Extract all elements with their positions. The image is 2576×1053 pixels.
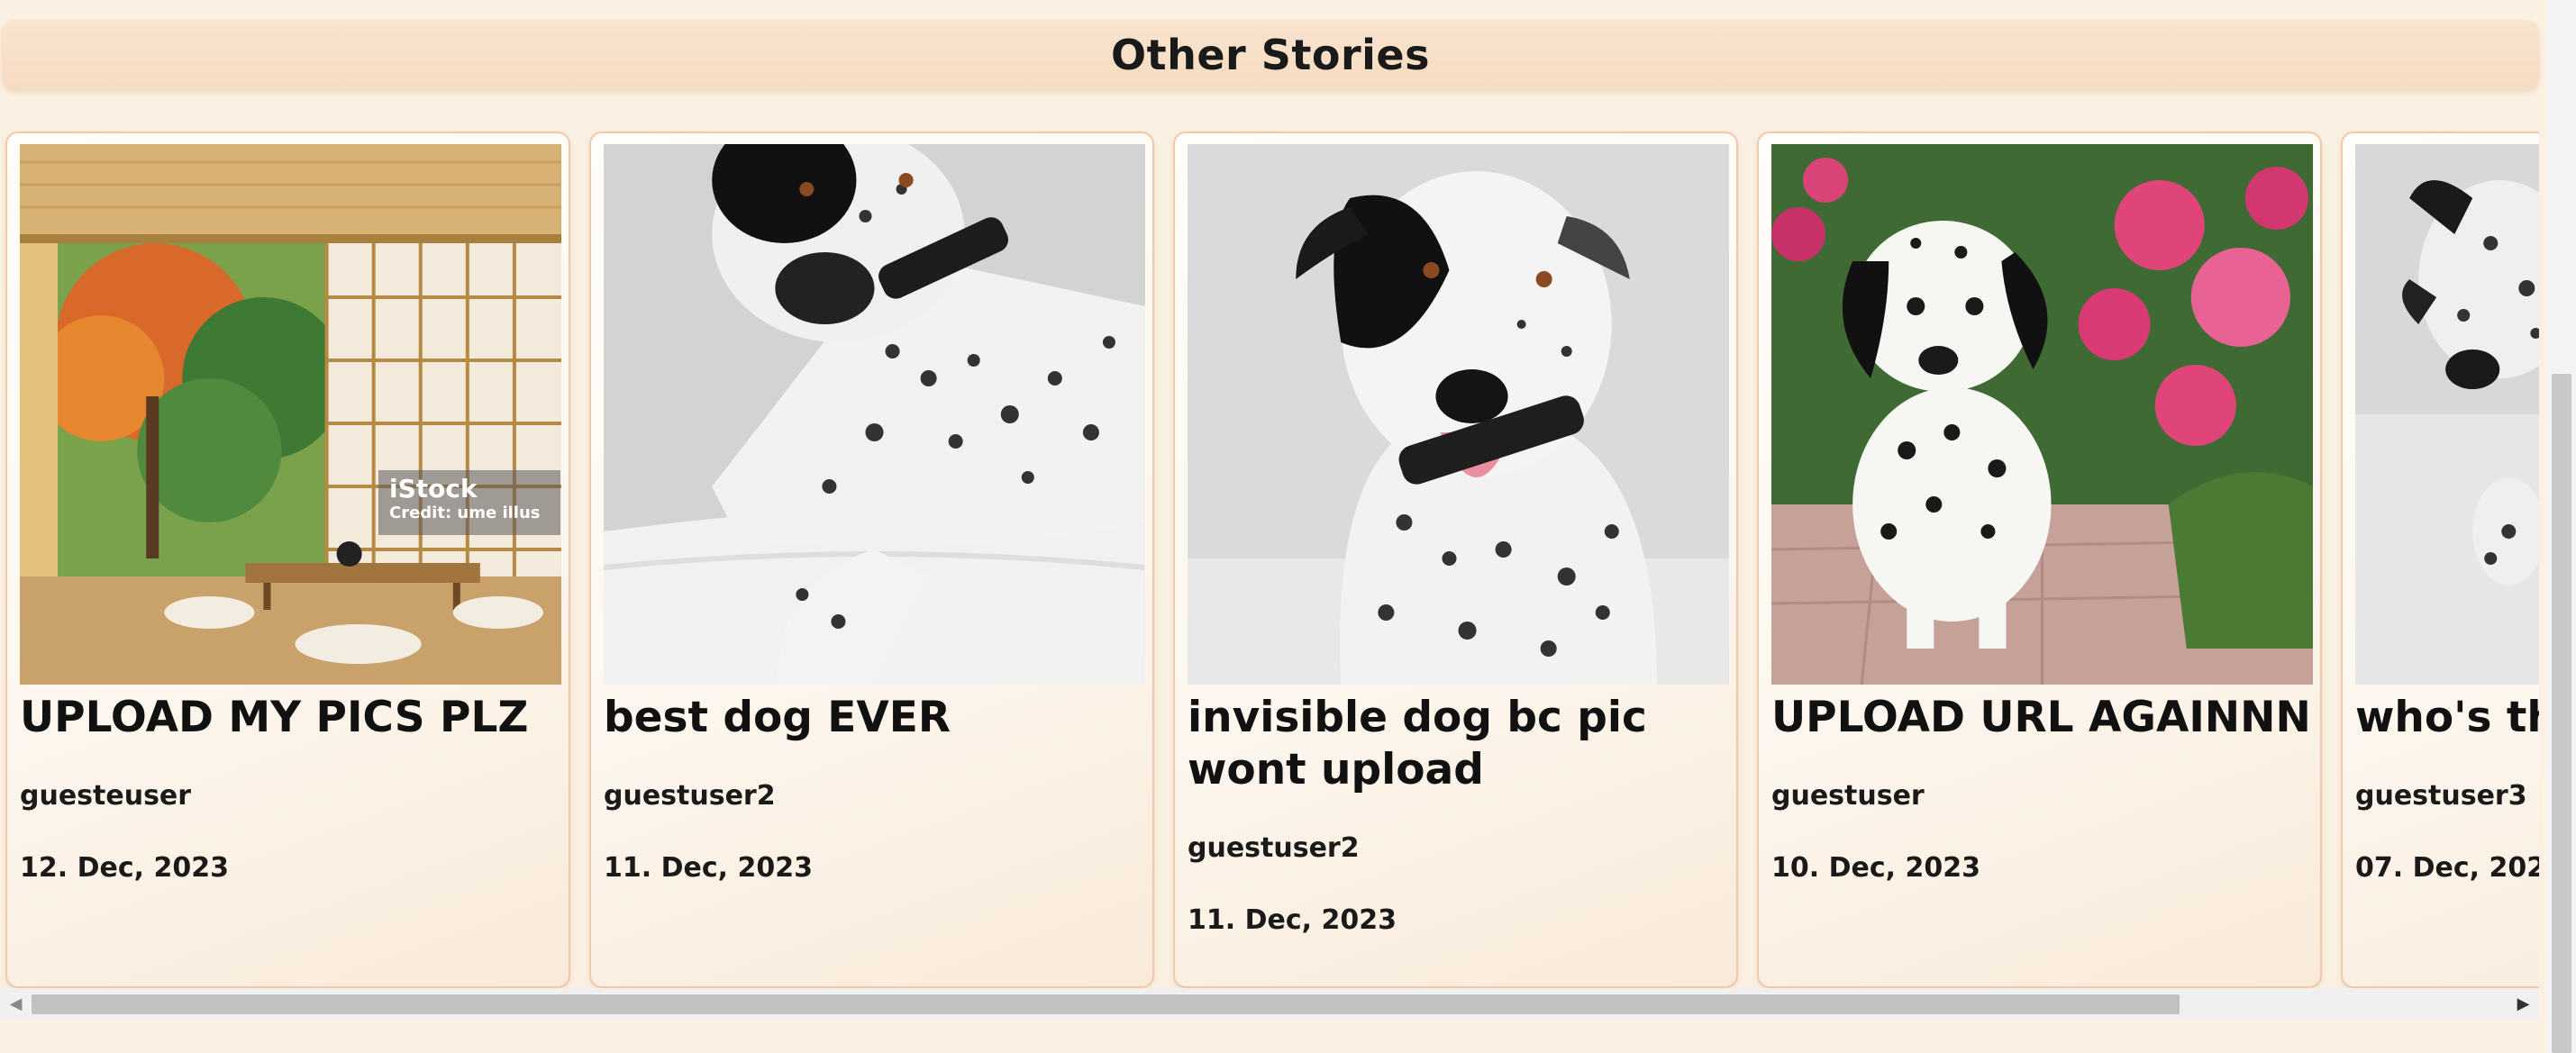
story-image[interactable]	[1771, 144, 2313, 685]
story-card[interactable]: invisible dog bc pic wont upload guestus…	[1173, 132, 1738, 988]
story-title[interactable]: invisible dog bc pic wont upload	[1188, 692, 1728, 796]
story-image[interactable]: iStock Credit: ume illus	[20, 144, 561, 685]
story-card[interactable]: UPLOAD URL AGAINNN guestuser 10. Dec, 20…	[1757, 132, 2322, 988]
section-title: Other Stories	[1111, 31, 1430, 79]
story-image[interactable]	[604, 144, 1145, 685]
horizontal-scrollbar[interactable]: ◀ ▶	[0, 988, 2539, 1020]
scroll-left-icon[interactable]: ◀	[0, 988, 32, 1020]
story-author: guestuser2	[604, 780, 776, 812]
story-card[interactable]: who's that dog guestuser3 07. Dec, 2023	[2341, 132, 2539, 988]
vertical-scrollbar-thumb[interactable]	[2552, 374, 2571, 1053]
story-title[interactable]: best dog EVER	[604, 692, 1144, 744]
story-title[interactable]: UPLOAD MY PICS PLZ	[20, 692, 560, 744]
vertical-scrollbar[interactable]	[2546, 0, 2576, 1053]
story-author: guestuser2	[1188, 832, 1360, 864]
watermark-logo: iStock	[389, 474, 478, 504]
story-author: guestuser	[1771, 780, 1925, 812]
story-date: 10. Dec, 2023	[1771, 852, 1980, 884]
watermark-box: iStock Credit: ume illus	[378, 470, 560, 535]
section-header: Other Stories	[2, 20, 2539, 90]
story-title[interactable]: who's that dog	[2355, 692, 2539, 744]
scroll-right-icon[interactable]: ▶	[2508, 988, 2539, 1020]
story-date: 12. Dec, 2023	[20, 852, 229, 884]
stories-carousel[interactable]: iStock Credit: ume illus UPLOAD MY PICS …	[0, 129, 2539, 989]
story-image[interactable]	[2355, 144, 2539, 685]
story-image[interactable]	[1188, 144, 1729, 685]
story-title[interactable]: UPLOAD URL AGAINNN	[1771, 692, 2312, 744]
story-author: guestuser3	[2355, 780, 2527, 812]
watermark-credit: Credit: ume illus	[389, 504, 541, 522]
scrollbar-thumb[interactable]	[32, 994, 2180, 1014]
story-date: 07. Dec, 2023	[2355, 852, 2539, 884]
story-card[interactable]: best dog EVER guestuser2 11. Dec, 2023	[589, 132, 1154, 988]
page: Other Stories iStock Credit: ume illus U…	[0, 0, 2576, 1053]
story-date: 11. Dec, 2023	[1188, 904, 1397, 936]
story-date: 11. Dec, 2023	[604, 852, 813, 884]
story-author: guesteuser	[20, 780, 192, 812]
story-card[interactable]: iStock Credit: ume illus UPLOAD MY PICS …	[5, 132, 570, 988]
